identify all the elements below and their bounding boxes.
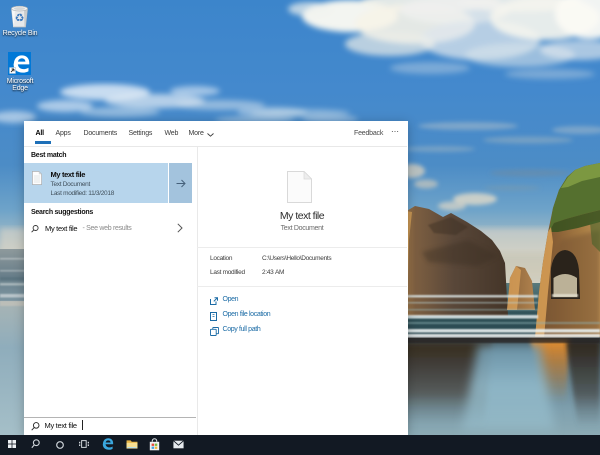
svg-text:♻: ♻ [15,13,25,25]
